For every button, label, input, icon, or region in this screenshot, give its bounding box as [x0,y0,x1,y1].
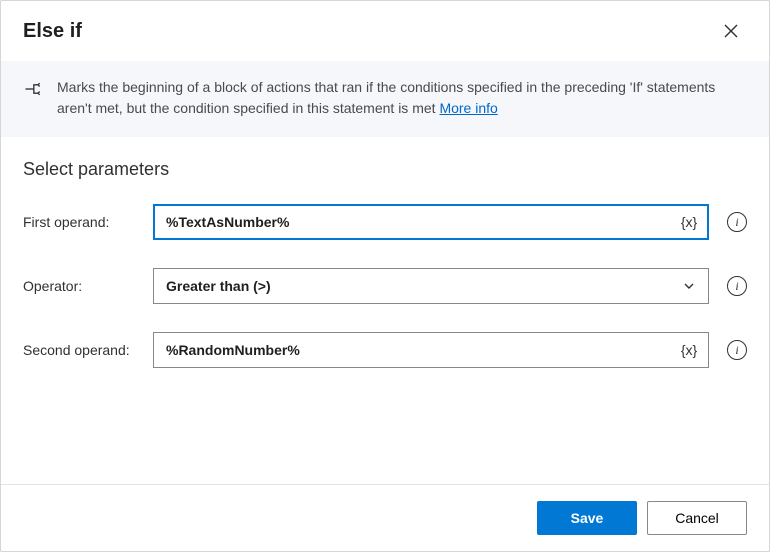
second-operand-field-wrap: {x} [153,332,709,368]
dialog-content: Select parameters First operand: {x} i O… [1,137,769,484]
description-bar: Marks the beginning of a block of action… [1,61,769,137]
operator-info-button[interactable]: i [727,276,747,296]
dialog-header: Else if [1,1,769,61]
operator-row: Operator: Greater than (>) i [23,268,747,304]
save-button[interactable]: Save [537,501,637,535]
first-operand-row: First operand: {x} i [23,204,747,240]
first-operand-label: First operand: [23,214,141,230]
close-button[interactable] [715,15,747,47]
operator-label: Operator: [23,278,141,294]
first-operand-info-button[interactable]: i [727,212,747,232]
variable-picker-icon[interactable]: {x} [677,338,701,362]
second-operand-label: Second operand: [23,342,141,358]
description-text: Marks the beginning of a block of action… [57,77,747,119]
description-content: Marks the beginning of a block of action… [57,79,715,116]
section-title: Select parameters [23,159,747,180]
variable-picker-icon[interactable]: {x} [677,210,701,234]
second-operand-row: Second operand: {x} i [23,332,747,368]
more-info-link[interactable]: More info [439,100,497,116]
first-operand-input[interactable] [153,204,709,240]
second-operand-input[interactable] [153,332,709,368]
operator-field-wrap: Greater than (>) [153,268,709,304]
else-if-dialog: Else if Marks the beginning of a block o… [0,0,770,552]
dialog-footer: Save Cancel [1,484,769,551]
second-operand-info-button[interactable]: i [727,340,747,360]
branch-icon [23,79,43,99]
dialog-title: Else if [23,20,82,43]
cancel-button[interactable]: Cancel [647,501,747,535]
chevron-down-icon[interactable] [677,274,701,298]
close-icon [724,24,738,38]
operator-value: Greater than (>) [166,278,271,294]
first-operand-field-wrap: {x} [153,204,709,240]
operator-select[interactable]: Greater than (>) [153,268,709,304]
